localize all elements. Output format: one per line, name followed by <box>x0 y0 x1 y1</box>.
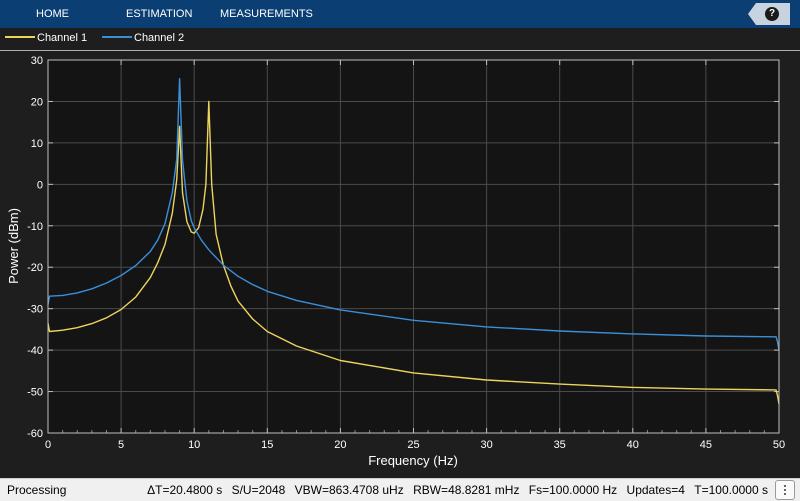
legend-swatch-channel-2 <box>102 36 132 39</box>
legend: Channel 1 Channel 2 <box>0 28 800 51</box>
x-tick-labels: 0 5 10 15 20 25 30 35 40 45 50 <box>45 439 785 451</box>
tab-estimation[interactable]: ESTIMATION <box>126 0 192 28</box>
status-time: T=100.0000 s <box>694 483 768 497</box>
x-tick-label: 25 <box>407 439 419 451</box>
status-fields: ΔT=20.4800 s S/U=2048 VBW=863.4708 uHz R… <box>141 479 768 501</box>
status-menu-button[interactable] <box>775 480 795 500</box>
y-tick-label: -40 <box>27 345 43 357</box>
x-tick-label: 10 <box>188 439 200 451</box>
y-tick-labels: -60 -50 -40 -30 -20 -10 0 10 20 30 <box>27 55 43 440</box>
tab-home[interactable]: HOME <box>36 0 69 28</box>
x-tick-label: 30 <box>480 439 492 451</box>
legend-item-channel-1[interactable]: Channel 1 <box>5 28 87 49</box>
legend-item-channel-2[interactable]: Channel 2 <box>102 28 184 49</box>
x-tick-label: 20 <box>334 439 346 451</box>
legend-swatch-channel-1 <box>5 36 35 39</box>
status-vbw: VBW=863.4708 uHz <box>294 483 404 497</box>
status-state: Processing <box>7 483 67 497</box>
x-tick-label: 50 <box>773 439 785 451</box>
help-icon: ? <box>765 7 779 21</box>
x-tick-label: 45 <box>700 439 712 451</box>
spectrum-plot[interactable]: 0 5 10 15 20 25 30 35 40 45 50 -60 -50 -40 -30 -20 -10 0… <box>0 51 800 477</box>
y-tick-label: -30 <box>27 304 43 316</box>
y-tick-label: -20 <box>27 262 43 274</box>
status-rbw: RBW=48.8281 mHz <box>413 483 520 497</box>
status-fs: Fs=100.0000 Hz <box>528 483 618 497</box>
y-axis-label: Power (dBm) <box>6 208 21 284</box>
status-su: S/U=2048 <box>231 483 286 497</box>
y-tick-label: 30 <box>31 55 43 67</box>
tab-measurements[interactable]: MEASUREMENTS <box>220 0 313 28</box>
toolstrip: HOME ESTIMATION MEASUREMENTS ? <box>0 0 800 28</box>
y-tick-label: -60 <box>27 428 43 440</box>
help-button[interactable]: ? <box>748 3 790 25</box>
x-tick-label: 35 <box>554 439 566 451</box>
status-updates: Updates=4 <box>626 483 685 497</box>
x-tick-label: 15 <box>261 439 273 451</box>
y-tick-label: -50 <box>27 387 43 399</box>
y-tick-label: 20 <box>31 96 43 108</box>
legend-label-channel-2: Channel 2 <box>134 32 185 44</box>
x-axis-label: Frequency (Hz) <box>368 453 458 468</box>
status-delta-t: ΔT=20.4800 s <box>147 483 223 497</box>
status-bar: Processing ΔT=20.4800 s S/U=2048 VBW=863… <box>0 478 800 501</box>
x-tick-label: 0 <box>45 439 51 451</box>
x-tick-label: 40 <box>627 439 639 451</box>
y-tick-label: -10 <box>27 221 43 233</box>
legend-label-channel-1: Channel 1 <box>37 32 88 44</box>
x-tick-label: 5 <box>118 439 124 451</box>
y-tick-label: 10 <box>31 138 43 150</box>
y-tick-label: 0 <box>37 179 43 191</box>
